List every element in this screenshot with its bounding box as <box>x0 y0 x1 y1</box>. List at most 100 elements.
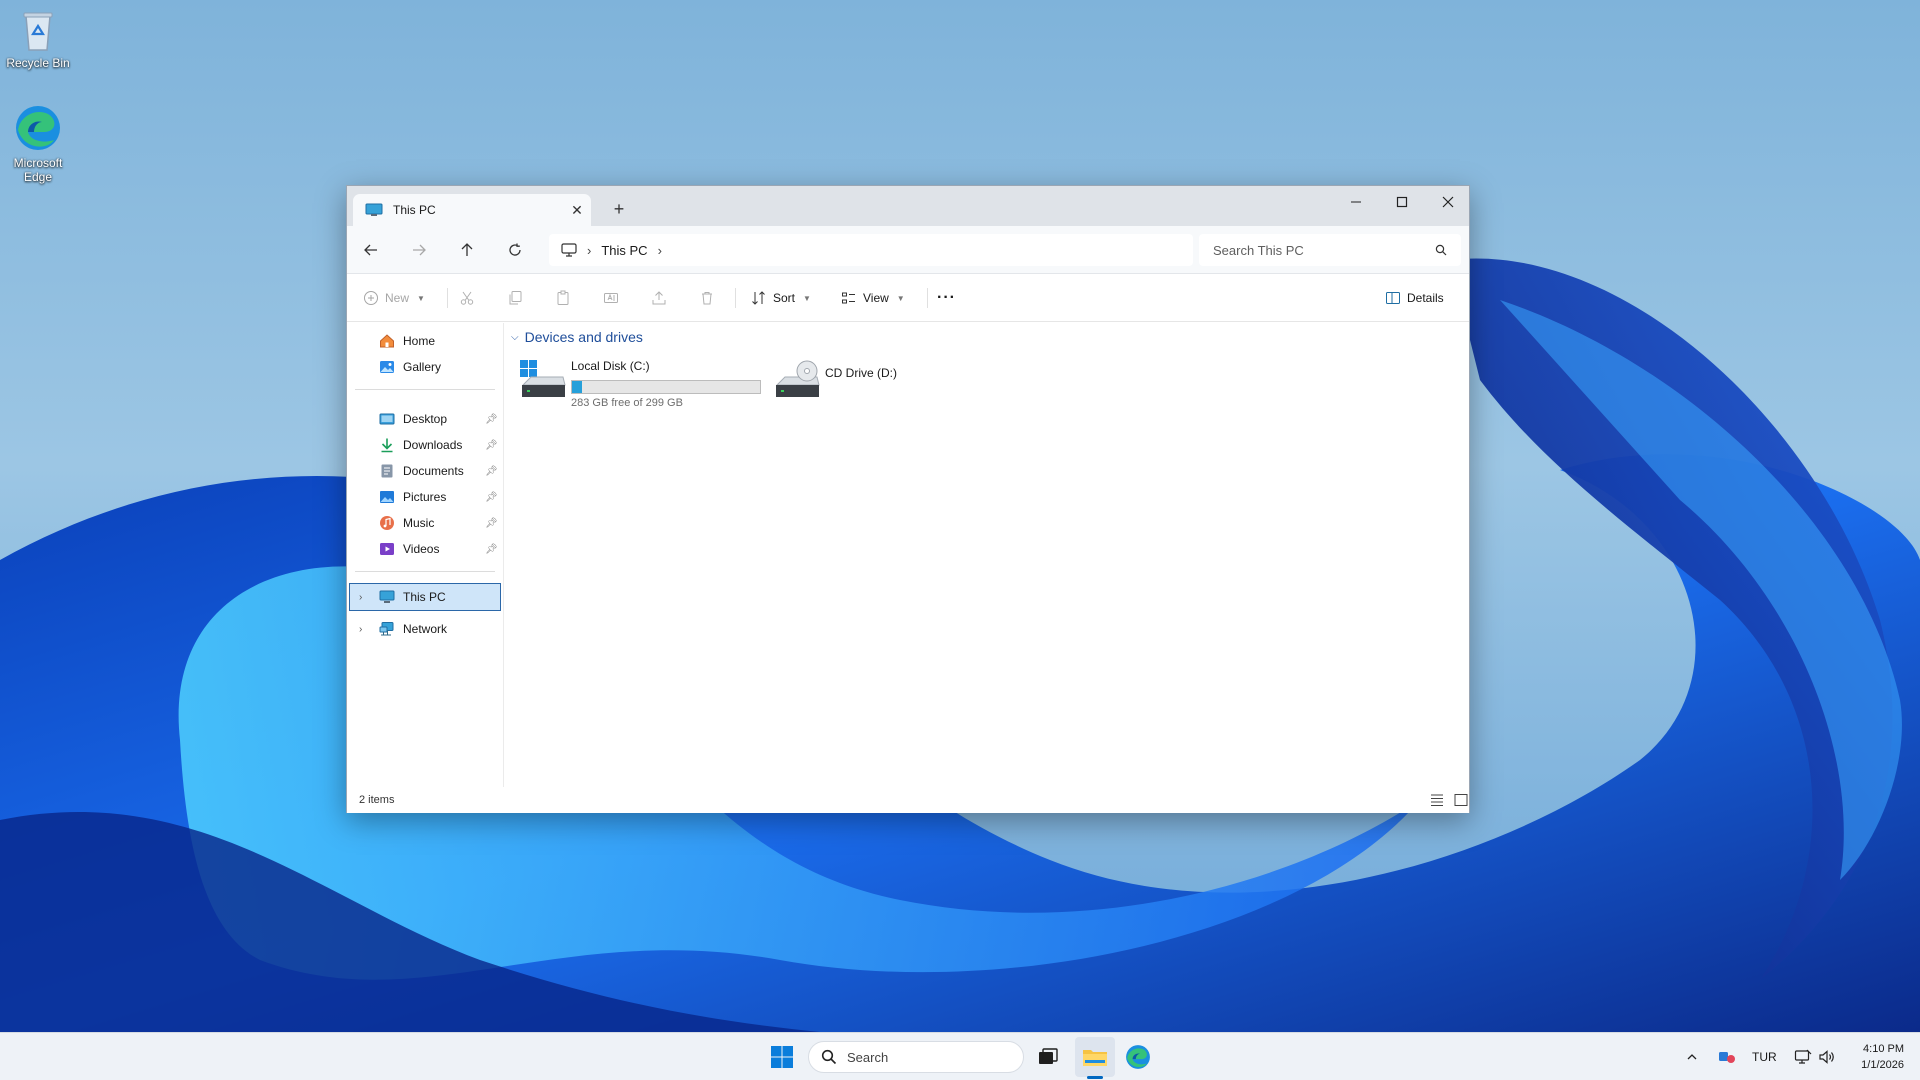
sidebar-item-label: Music <box>403 516 435 530</box>
drive-usage-fill <box>572 381 583 393</box>
show-hidden-icons-button[interactable] <box>1686 1033 1698 1080</box>
sidebar-item-label: Network <box>403 622 448 636</box>
search-icon <box>821 1049 837 1065</box>
task-view-button[interactable] <box>1028 1037 1068 1077</box>
windows-logo-icon <box>771 1046 793 1068</box>
chevron-down-icon: ▼ <box>896 293 905 303</box>
rename-icon <box>604 293 618 303</box>
taskbar-file-explorer[interactable] <box>1075 1037 1115 1077</box>
sidebar-item-label: Desktop <box>403 412 448 426</box>
documents-icon <box>381 464 393 478</box>
sort-label: Sort <box>773 291 796 305</box>
view-button[interactable]: View ▼ <box>841 286 905 310</box>
search-icon <box>1435 244 1447 256</box>
sidebar-divider <box>355 571 495 572</box>
paste-button[interactable] <box>555 286 571 310</box>
pin-icon[interactable]: 📌︎ <box>485 518 498 529</box>
paste-icon <box>557 290 569 305</box>
chevron-up-icon <box>1687 1054 1697 1060</box>
details-label: Details <box>1407 291 1444 305</box>
taskbar-search[interactable]: Search <box>808 1041 1024 1073</box>
delete-button[interactable] <box>699 286 715 310</box>
pin-icon[interactable]: 📌︎ <box>485 492 498 503</box>
search-input[interactable]: Search This PC <box>1213 243 1435 258</box>
minimize-button[interactable] <box>1333 186 1379 218</box>
sidebar-item-pictures[interactable]: Pictures 📌︎ <box>349 483 501 511</box>
cd-drive-icon <box>775 360 820 397</box>
sidebar-item-home[interactable]: Home <box>349 327 501 355</box>
group-header-devices-and-drives[interactable]: ⌵ Devices and drives <box>511 329 643 345</box>
breadcrumb-chevron-icon[interactable]: › <box>587 243 591 258</box>
pin-icon[interactable]: 📌︎ <box>485 440 498 451</box>
search-box[interactable]: Search This PC <box>1199 234 1461 266</box>
chevron-right-icon[interactable]: › <box>359 624 362 635</box>
desktop-icon-recycle-bin[interactable]: Recycle Bin <box>0 8 76 70</box>
chevron-right-icon[interactable]: › <box>359 592 362 603</box>
sidebar-item-downloads[interactable]: Downloads 📌︎ <box>349 431 501 459</box>
breadcrumb-chevron-icon[interactable]: › <box>658 243 662 258</box>
navigation-bar: › This PC › Search This PC <box>347 226 1469 274</box>
tab-title: This PC <box>393 203 436 217</box>
sort-button[interactable]: Sort ▼ <box>751 286 811 310</box>
back-button[interactable] <box>355 234 387 266</box>
network-status-button[interactable] <box>1794 1033 1812 1080</box>
file-explorer-icon <box>1083 1050 1107 1066</box>
close-button[interactable] <box>1425 186 1471 218</box>
refresh-button[interactable] <box>499 234 531 266</box>
chevron-down-icon: ▼ <box>803 293 811 303</box>
more-options-button[interactable]: ··· <box>937 286 956 310</box>
this-pc-icon <box>365 203 383 216</box>
volume-button[interactable] <box>1818 1033 1836 1080</box>
sidebar-item-label: This PC <box>403 590 446 604</box>
copy-button[interactable] <box>507 286 523 310</box>
start-button[interactable] <box>762 1037 802 1077</box>
share-button[interactable] <box>651 286 667 310</box>
sidebar-item-desktop[interactable]: Desktop 📌︎ <box>349 405 501 433</box>
sidebar-item-documents[interactable]: Documents 📌︎ <box>349 457 501 485</box>
drive-local-disk-c[interactable]: Local Disk (C:) 283 GB free of 299 GB <box>519 359 779 409</box>
minimize-icon <box>1351 201 1361 203</box>
details-view-icon[interactable] <box>1429 793 1445 807</box>
taskbar-search-input[interactable]: Search <box>847 1050 888 1065</box>
people-app-icon <box>1719 1052 1735 1063</box>
desktop-icon-edge[interactable]: Microsoft Edge <box>0 104 76 184</box>
forward-button[interactable] <box>403 234 435 266</box>
cut-button[interactable] <box>459 286 475 310</box>
language-indicator[interactable]: TUR <box>1752 1033 1777 1080</box>
sidebar-item-music[interactable]: Music 📌︎ <box>349 509 501 537</box>
item-count: 2 items <box>359 794 395 806</box>
sidebar-divider <box>355 389 495 390</box>
clock-time: 4:10 PM <box>1863 1043 1904 1055</box>
sidebar-item-network[interactable]: › Network <box>349 615 501 643</box>
close-tab-icon[interactable]: ✕ <box>563 202 591 219</box>
close-icon <box>1442 196 1454 208</box>
drive-usage-bar <box>571 380 761 394</box>
tab-this-pc[interactable]: This PC ✕ <box>353 194 591 226</box>
plus-circle-icon <box>364 291 378 305</box>
taskbar-edge[interactable] <box>1118 1037 1158 1077</box>
details-button[interactable]: Details <box>1385 286 1444 310</box>
tray-app-icon[interactable] <box>1718 1033 1736 1080</box>
pin-icon[interactable]: 📌︎ <box>485 544 498 555</box>
sidebar-item-videos[interactable]: Videos 📌︎ <box>349 535 501 563</box>
cut-icon <box>460 291 474 305</box>
large-icons-view-icon[interactable] <box>1453 793 1469 807</box>
clock[interactable]: 4:10 PM 1/1/2026 <box>1840 1041 1904 1073</box>
task-view-icon <box>1039 1048 1058 1064</box>
breadcrumb-this-pc[interactable]: This PC <box>601 243 647 258</box>
navigation-pane: Home Gallery Desktop 📌︎ Downloads 📌︎ Doc… <box>347 323 504 787</box>
up-button[interactable] <box>451 234 483 266</box>
maximize-button[interactable] <box>1379 186 1425 218</box>
pin-icon[interactable]: 📌︎ <box>485 414 498 425</box>
rename-button[interactable] <box>603 286 619 310</box>
new-button[interactable]: New ▼ <box>363 286 425 310</box>
pin-icon[interactable]: 📌︎ <box>485 466 498 477</box>
address-bar[interactable]: › This PC › <box>549 234 1193 266</box>
active-app-indicator <box>1087 1076 1103 1079</box>
drive-cd-d[interactable]: CD Drive (D:) <box>773 359 933 407</box>
sidebar-item-this-pc[interactable]: › This PC <box>349 583 501 611</box>
desktop-icon-label: Recycle Bin <box>6 56 70 70</box>
drive-free-space: 283 GB free of 299 GB <box>571 397 683 409</box>
sidebar-item-gallery[interactable]: Gallery <box>349 353 501 381</box>
new-tab-button[interactable]: + <box>607 198 631 222</box>
